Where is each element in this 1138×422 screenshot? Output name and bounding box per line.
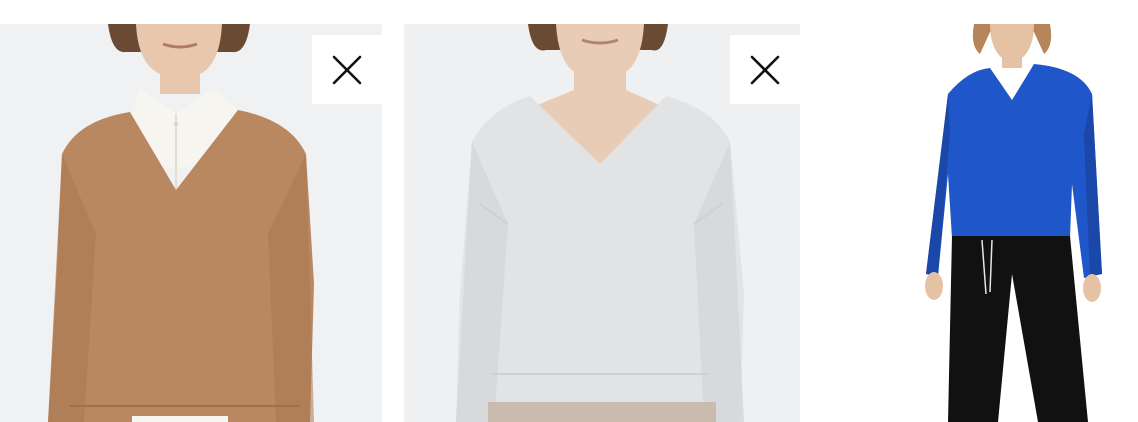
close-icon xyxy=(332,55,362,84)
close-icon xyxy=(750,55,780,84)
remove-button[interactable] xyxy=(312,35,382,104)
product-card-offwhite[interactable] xyxy=(404,24,800,422)
product-card-blue[interactable] xyxy=(822,24,1138,422)
product-image-blue-sweater[interactable] xyxy=(822,24,1138,422)
product-card-caramel[interactable] xyxy=(0,24,382,422)
remove-button[interactable] xyxy=(730,35,800,104)
